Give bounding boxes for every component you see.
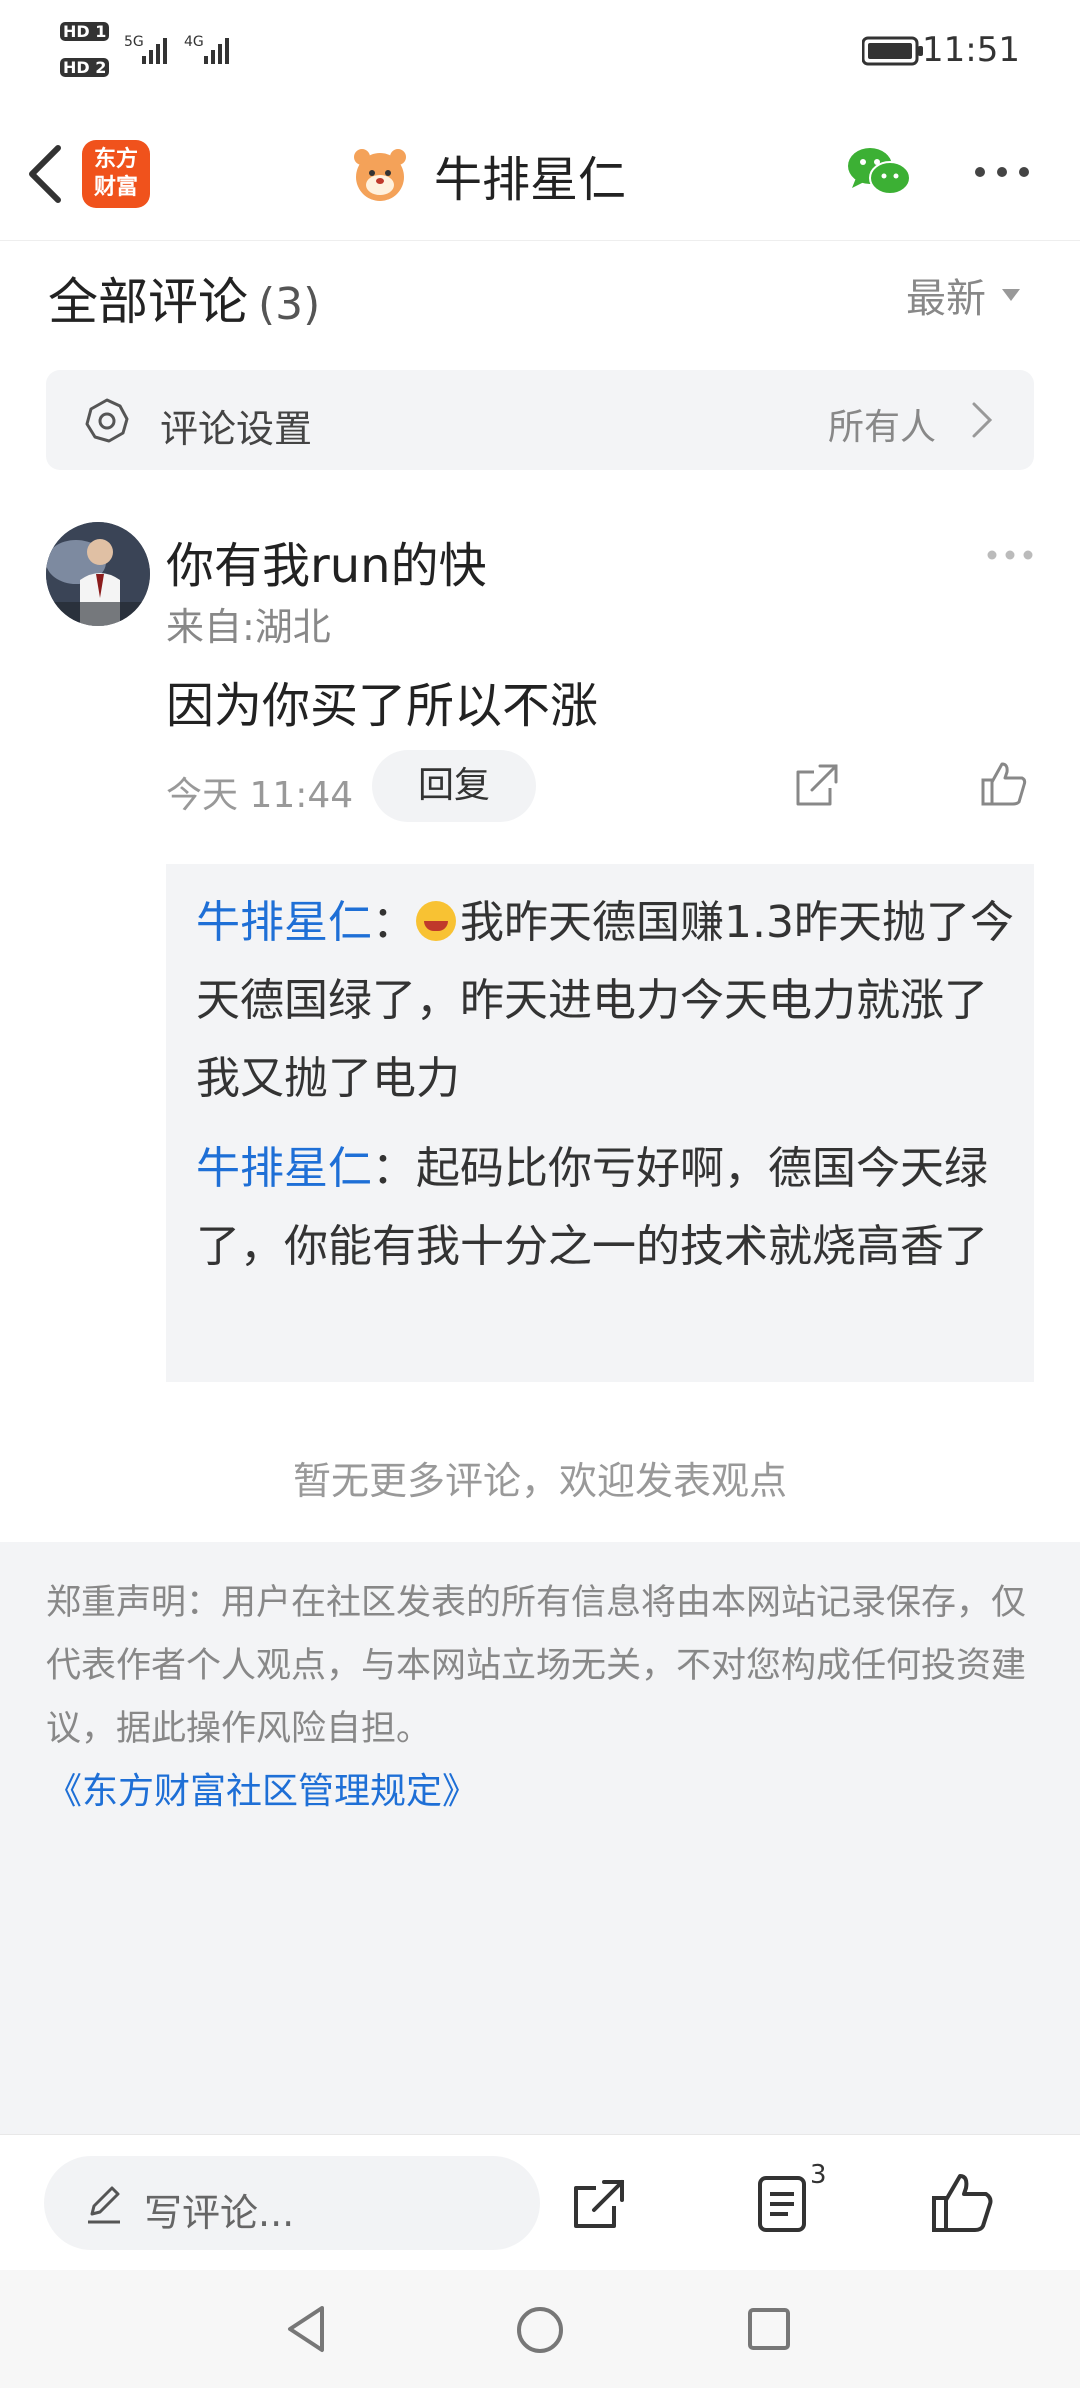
reply-colon: ： bbox=[372, 897, 416, 948]
app-logo[interactable]: 东方 财富 bbox=[82, 140, 150, 208]
laughing-emoji-icon bbox=[416, 901, 456, 941]
user-photo bbox=[46, 522, 150, 626]
network2-label: 4G bbox=[184, 34, 204, 50]
settings-value: 所有人 bbox=[827, 407, 936, 448]
sort-label: 最新 bbox=[906, 276, 986, 322]
thumbs-up-icon[interactable] bbox=[980, 760, 1028, 808]
settings-label: 评论设置 bbox=[160, 407, 313, 451]
comments-section-title: 全部评论 (3) bbox=[48, 262, 320, 334]
write-comment-placeholder: 写评论... bbox=[144, 2191, 295, 2235]
disclaimer-text: 郑重声明：用户在社区发表的所有信息将由本网站记录保存，仅代表作者个人观点，与本网… bbox=[46, 1583, 1027, 1749]
battery-icon bbox=[862, 36, 923, 66]
sim1-label: HD 1 bbox=[60, 22, 110, 41]
caret-down-icon bbox=[1002, 289, 1020, 301]
wechat-icon[interactable] bbox=[846, 144, 912, 200]
reply-button[interactable]: 回复 bbox=[372, 750, 536, 822]
nav-home-icon[interactable] bbox=[514, 2304, 566, 2356]
comment-location: 来自:湖北 bbox=[166, 605, 331, 649]
chevron-left-icon[interactable] bbox=[22, 142, 66, 206]
reply-item[interactable]: 牛排星仁：起码比你亏好啊，德国今天绿了，你能有我十分之一的技术就烧高香了 bbox=[196, 1130, 1016, 1286]
reply-author[interactable]: 牛排星仁 bbox=[196, 1143, 372, 1194]
reply-colon: ： bbox=[372, 1143, 416, 1194]
replies-panel: 牛排星仁： 我昨天德国赚1.3昨天抛了今天德国绿了，昨天进电力今天电力就涨了我又抛… bbox=[166, 864, 1034, 1382]
comment-time: 今天 11:44 bbox=[166, 775, 354, 816]
no-more-comments: 暂无更多评论，欢迎发表观点 bbox=[292, 1459, 787, 1503]
comment-more-icon[interactable] bbox=[986, 548, 1034, 562]
comments-count: (3) bbox=[258, 279, 321, 330]
pen-icon bbox=[88, 2186, 120, 2224]
logo-text-line2: 财富 bbox=[93, 175, 138, 200]
comments-title: 全部评论 bbox=[48, 273, 248, 331]
sim2-label: HD 2 bbox=[60, 58, 110, 77]
more-dots-icon[interactable] bbox=[972, 160, 1032, 184]
nav-back-icon[interactable] bbox=[284, 2304, 328, 2354]
comment-list-icon[interactable] bbox=[756, 2174, 812, 2234]
signal-icon: 5G 4G bbox=[124, 34, 229, 64]
forward-icon[interactable] bbox=[570, 2174, 630, 2234]
status-time: 11:51 bbox=[922, 30, 1020, 70]
community-rules-link[interactable]: 《东方财富社区管理规定》 bbox=[46, 1762, 478, 1814]
logo-text-line1: 东方 bbox=[93, 147, 138, 172]
avatar[interactable] bbox=[46, 522, 150, 626]
gear-icon bbox=[85, 398, 129, 443]
like-icon[interactable] bbox=[930, 2172, 994, 2234]
reply-item[interactable]: 牛排星仁： 我昨天德国赚1.3昨天抛了今天德国绿了，昨天进电力今天电力就涨了我又抛… bbox=[196, 884, 1016, 1118]
status-bar: HD 1 HD 2 5G 4G 11:51 bbox=[0, 0, 1080, 110]
network1-label: 5G bbox=[124, 34, 144, 50]
sort-dropdown[interactable]: 最新 bbox=[906, 266, 1020, 324]
comment-author[interactable]: 你有我run的快 bbox=[166, 526, 487, 596]
reply-author[interactable]: 牛排星仁 bbox=[196, 897, 372, 948]
chevron-right-icon bbox=[972, 402, 993, 438]
comment-count-badge: 3 bbox=[810, 2160, 827, 2190]
share-icon[interactable] bbox=[794, 762, 840, 808]
tiger-avatar-icon bbox=[354, 149, 406, 201]
header-title-group: 牛排星仁 bbox=[350, 135, 626, 215]
nav-recents-icon[interactable] bbox=[746, 2306, 792, 2352]
sim1-indicator: HD 1 bbox=[60, 22, 110, 42]
comment-text: 因为你买了所以不涨 bbox=[166, 678, 599, 734]
sim2-indicator: HD 2 bbox=[60, 58, 110, 78]
page-title: 牛排星仁 bbox=[434, 152, 627, 208]
